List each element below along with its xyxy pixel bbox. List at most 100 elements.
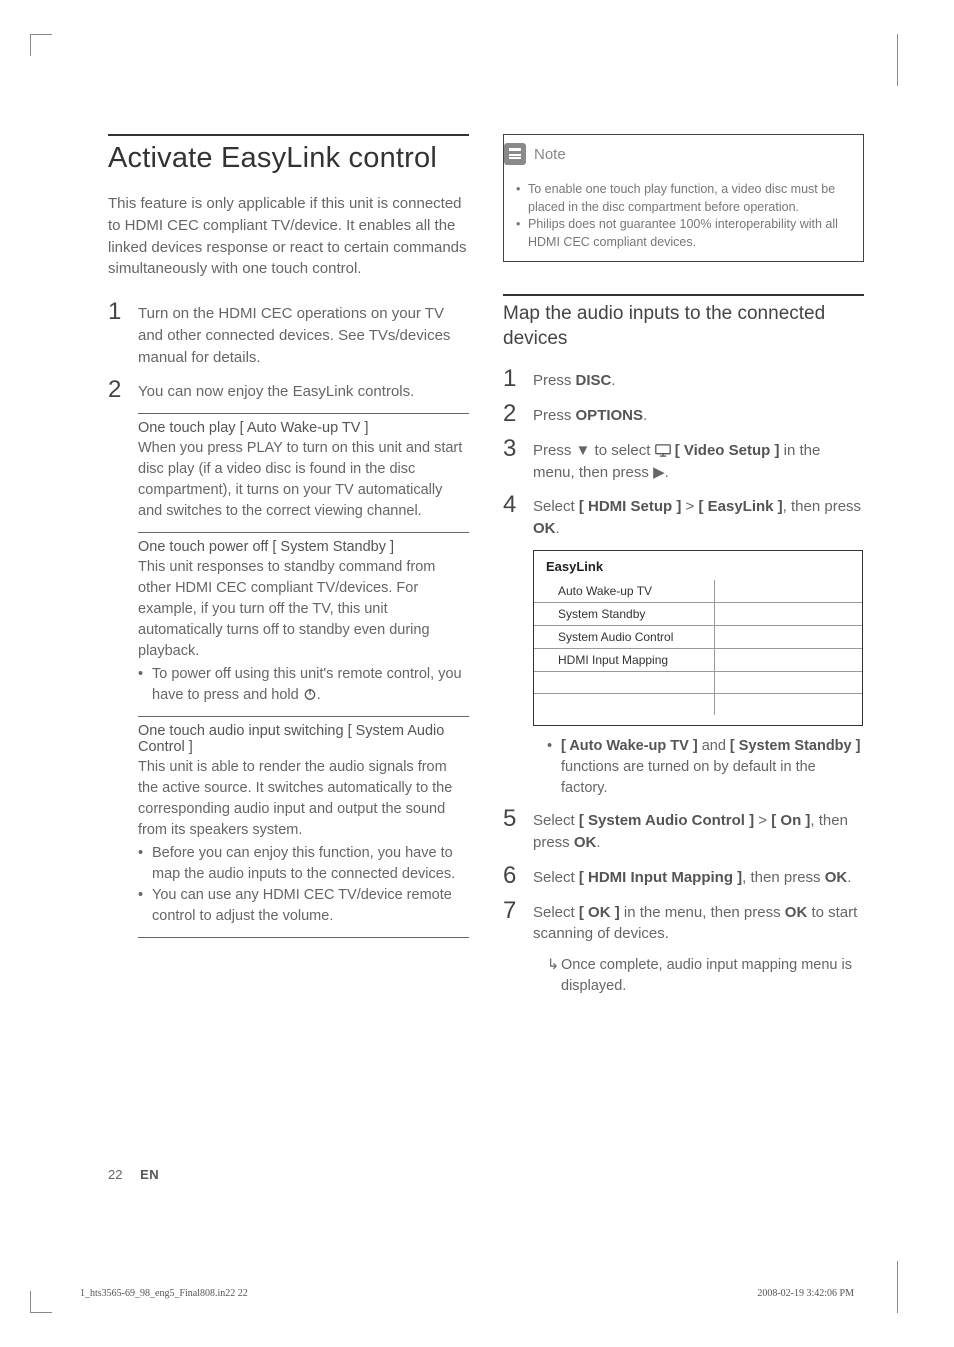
- step-7-sub: Once complete, audio input mapping menu …: [547, 955, 864, 997]
- step-3: 3 Press ▼ to select [ Video Setup ] in t…: [503, 437, 864, 484]
- divider: [138, 413, 469, 414]
- steps-list-right: 1 Press DISC. 2 Press OPTIONS. 3 Press ▼…: [503, 367, 864, 540]
- step-7: 7 Select [ OK ] in the menu, then press …: [503, 899, 864, 946]
- monitor-icon: [655, 444, 671, 457]
- page-number: 22: [108, 1167, 122, 1182]
- menu-title: EasyLink: [534, 551, 862, 580]
- menu-spacer: [534, 715, 862, 725]
- power-icon: [303, 687, 317, 701]
- print-footer-right: 2008-02-19 3:42:06 PM: [757, 1288, 854, 1299]
- step-number: 6: [503, 864, 533, 889]
- page-content: Activate EasyLink control This feature i…: [108, 134, 864, 997]
- left-column: Activate EasyLink control This feature i…: [108, 134, 469, 997]
- result-bullet: Once complete, audio input mapping menu …: [547, 955, 864, 997]
- step-text: Select [ System Audio Control ] > [ On ]…: [533, 807, 864, 854]
- menu-row: System Audio Control: [534, 625, 862, 648]
- feature-bullets: To power off using this unit's remote co…: [138, 664, 469, 706]
- feature-title: One touch power off [ System Standby ]: [138, 539, 469, 555]
- feature-block-power-off: One touch power off [ System Standby ] T…: [138, 532, 469, 706]
- easylink-menu: EasyLink Auto Wake-up TV System Standby …: [533, 550, 863, 727]
- bullet-item: To power off using this unit's remote co…: [138, 664, 469, 706]
- feature-body: When you press PLAY to turn on this unit…: [138, 438, 469, 522]
- steps-list-right-cont: 5 Select [ System Audio Control ] > [ On…: [503, 807, 864, 945]
- step-2: 2 You can now enjoy the EasyLink control…: [108, 378, 469, 403]
- feature-title: One touch play [ Auto Wake-up TV ]: [138, 420, 469, 436]
- crop-mark-bottom-left: [30, 1291, 52, 1313]
- intro-paragraph: This feature is only applicable if this …: [108, 193, 469, 280]
- note-bullet: Philips does not guarantee 100% interope…: [516, 216, 851, 251]
- menu-item-empty: [534, 693, 714, 715]
- step-text: Select [ HDMI Input Mapping ], then pres…: [533, 864, 864, 889]
- note-icon: [504, 143, 526, 165]
- step-4: 4 Select [ HDMI Setup ] > [ EasyLink ], …: [503, 493, 864, 540]
- step-4-sub: [ Auto Wake-up TV ] and [ System Standby…: [547, 736, 864, 799]
- step-number: 4: [503, 493, 533, 540]
- step-text: Press DISC.: [533, 367, 864, 392]
- steps-list: 1 Turn on the HDMI CEC operations on you…: [108, 300, 469, 403]
- menu-row: System Standby: [534, 602, 862, 625]
- feature-block-audio-switch: One touch audio input switching [ System…: [138, 716, 469, 938]
- divider: [138, 716, 469, 717]
- step-text: Press ▼ to select [ Video Setup ] in the…: [533, 437, 864, 484]
- step-1: 1 Turn on the HDMI CEC operations on you…: [108, 300, 469, 368]
- crop-mark-top-left: [30, 34, 52, 56]
- note-header: Note: [504, 135, 863, 173]
- page-footer: 22 EN: [108, 1167, 159, 1182]
- menu-value: [714, 648, 862, 671]
- period: .: [317, 687, 321, 703]
- menu-value: [714, 671, 862, 693]
- divider: [138, 937, 469, 938]
- bullet-item: You can use any HDMI CEC TV/device remot…: [138, 885, 469, 927]
- step-2: 2 Press OPTIONS.: [503, 402, 864, 427]
- divider: [138, 532, 469, 533]
- step-text: Turn on the HDMI CEC operations on your …: [138, 300, 469, 368]
- subsection-heading: Map the audio inputs to the connected de…: [503, 302, 864, 351]
- note-body: To enable one touch play function, a vid…: [504, 173, 863, 261]
- note-box: Note To enable one touch play function, …: [503, 134, 864, 262]
- divider: [108, 134, 469, 136]
- menu-item-empty: [534, 671, 714, 693]
- print-footer-left: 1_hts3565-69_98_eng5_Final808.in22 22: [80, 1288, 248, 1299]
- crop-mark-top-right: [897, 34, 898, 86]
- feature-body: This unit responses to standby command f…: [138, 557, 469, 662]
- crop-mark-bottom-right: [897, 1261, 898, 1313]
- bullet-item: Before you can enjoy this function, you …: [138, 843, 469, 885]
- step-text: Select [ HDMI Setup ] > [ EasyLink ], th…: [533, 493, 864, 540]
- menu-item: Auto Wake-up TV: [534, 580, 714, 603]
- step-number: 2: [108, 378, 138, 403]
- step-number: 1: [108, 300, 138, 368]
- menu-value: [714, 580, 862, 603]
- step-text: Select [ OK ] in the menu, then press OK…: [533, 899, 864, 946]
- note-bullet: To enable one touch play function, a vid…: [516, 181, 851, 216]
- menu-value: [714, 602, 862, 625]
- menu-item: System Audio Control: [534, 625, 714, 648]
- step-number: 3: [503, 437, 533, 484]
- section-heading: Activate EasyLink control: [108, 142, 469, 175]
- step-text: You can now enjoy the EasyLink controls.: [138, 378, 469, 403]
- menu-item: System Standby: [534, 602, 714, 625]
- sub-bullet: [ Auto Wake-up TV ] and [ System Standby…: [547, 736, 864, 799]
- menu-row: [534, 693, 862, 715]
- step-6: 6 Select [ HDMI Input Mapping ], then pr…: [503, 864, 864, 889]
- step-number: 2: [503, 402, 533, 427]
- language-code: EN: [140, 1167, 159, 1182]
- step-number: 7: [503, 899, 533, 946]
- feature-block-one-touch-play: One touch play [ Auto Wake-up TV ] When …: [138, 413, 469, 522]
- menu-item: HDMI Input Mapping: [534, 648, 714, 671]
- note-label: Note: [534, 146, 566, 163]
- right-column: Note To enable one touch play function, …: [503, 134, 864, 997]
- step-number: 5: [503, 807, 533, 854]
- step-1: 1 Press DISC.: [503, 367, 864, 392]
- step-number: 1: [503, 367, 533, 392]
- step-5: 5 Select [ System Audio Control ] > [ On…: [503, 807, 864, 854]
- menu-table: Auto Wake-up TV System Standby System Au…: [534, 580, 862, 726]
- feature-bullets: Before you can enjoy this function, you …: [138, 843, 469, 927]
- menu-row: Auto Wake-up TV: [534, 580, 862, 603]
- menu-value: [714, 625, 862, 648]
- menu-row: HDMI Input Mapping: [534, 648, 862, 671]
- step-text: Press OPTIONS.: [533, 402, 864, 427]
- feature-title: One touch audio input switching [ System…: [138, 723, 469, 755]
- menu-row: [534, 671, 862, 693]
- menu-value: [714, 693, 862, 715]
- divider: [503, 294, 864, 296]
